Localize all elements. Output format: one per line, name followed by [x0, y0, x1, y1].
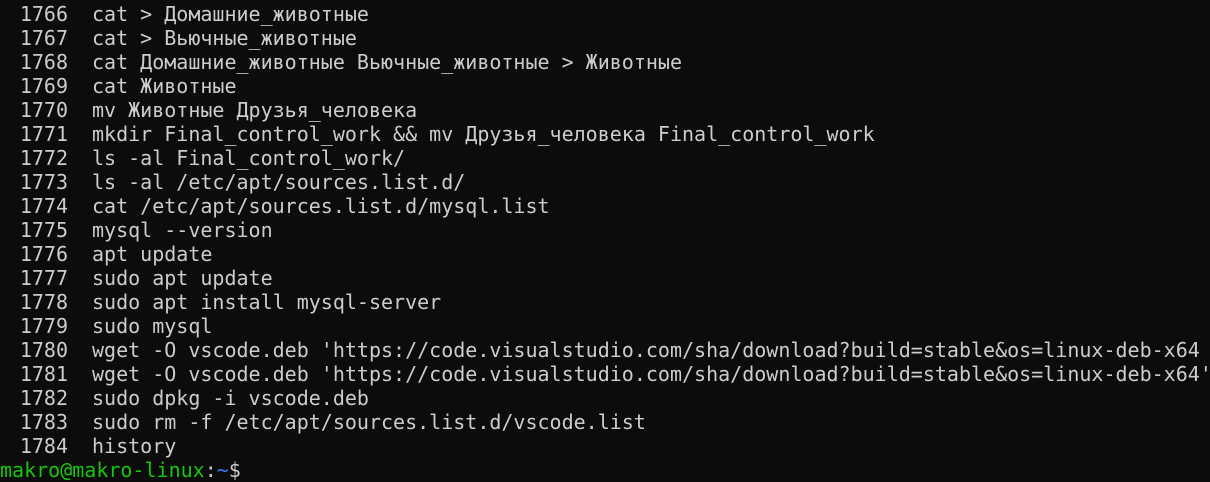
history-number: 1767 [19, 26, 68, 50]
history-number: 1781 [19, 362, 68, 386]
text-cursor [241, 460, 252, 480]
history-command: mysql --version [92, 218, 273, 242]
history-number: 1775 [19, 218, 68, 242]
history-line: 1780 wget -O vscode.deb 'https://code.vis… [0, 338, 1210, 362]
history-number: 1776 [19, 242, 68, 266]
history-line: 1784 history [0, 434, 1210, 458]
history-line: 1770 mv Животные Друзья_человека [0, 98, 1210, 122]
history-number: 1772 [19, 146, 68, 170]
history-command: sudo apt install mysql-server [92, 290, 442, 314]
history-command: wget -O vscode.deb 'https://code.visuals… [92, 338, 1200, 362]
prompt-symbol: $ [228, 458, 241, 482]
history-number: 1771 [19, 122, 68, 146]
history-number: 1780 [19, 338, 68, 362]
history-line: 1779 sudo mysql [0, 314, 1210, 338]
history-number: 1773 [19, 170, 68, 194]
prompt-user-host: makro@makro-linux [0, 458, 205, 482]
prompt-separator: : [204, 458, 217, 482]
history-line: 1783 sudo rm -f /etc/apt/sources.list.d/v… [0, 410, 1210, 434]
history-command: ls -al Final_control_work/ [92, 146, 406, 170]
history-line: 1767 cat > Вьючные_животные [0, 26, 1210, 50]
history-line: 1766 cat > Домашние_животные [0, 2, 1210, 26]
history-command: sudo rm -f /etc/apt/sources.list.d/vscod… [92, 410, 646, 434]
terminal-window[interactable]: 1766 cat > Домашние_животные 1767 cat > Вью… [0, 0, 1210, 482]
history-line: 1771 mkdir Final_control_work && mv Друзь… [0, 122, 1210, 146]
history-number: 1770 [19, 98, 68, 122]
history-command: mkdir Final_control_work && mv Друзья_че… [92, 122, 875, 146]
history-number: 1777 [19, 266, 68, 290]
history-output: 1766 cat > Домашние_животные 1767 cat > Вью… [0, 2, 1210, 458]
history-number: 1784 [19, 434, 68, 458]
history-number: 1783 [19, 410, 68, 434]
history-number: 1768 [19, 50, 68, 74]
history-command: sudo dpkg -i vscode.deb [92, 386, 369, 410]
history-number: 1769 [19, 74, 68, 98]
history-line: 1769 cat Животные [0, 74, 1210, 98]
history-line: 1777 sudo apt update [0, 266, 1210, 290]
shell-prompt[interactable]: makro@makro-linux:~$ [0, 458, 1210, 482]
history-command: sudo apt update [92, 266, 273, 290]
history-command: cat Домашние_животные Вьючные_животные >… [92, 50, 683, 74]
history-line: 1768 cat Домашние_животные Вьючные_животн… [0, 50, 1210, 74]
history-line: 1773 ls -al /etc/apt/sources.list.d/ [0, 170, 1210, 194]
history-command: sudo mysql [92, 314, 213, 338]
history-number: 1766 [19, 2, 68, 26]
history-number: 1774 [19, 194, 68, 218]
history-line: 1772 ls -al Final_control_work/ [0, 146, 1210, 170]
history-command: cat > Вьючные_животные [92, 26, 357, 50]
history-line: 1778 sudo apt install mysql-server [0, 290, 1210, 314]
history-line: 1774 cat /etc/apt/sources.list.d/mysql.li… [0, 194, 1210, 218]
history-command: history [92, 434, 177, 458]
history-command: wget -O vscode.deb 'https://code.visuals… [92, 362, 1210, 386]
history-line: 1781 wget -O vscode.deb 'https://code.vis… [0, 362, 1210, 386]
history-command: mv Животные Друзья_человека [92, 98, 418, 122]
prompt-path: ~ [216, 458, 229, 482]
history-line: 1775 mysql --version [0, 218, 1210, 242]
history-number: 1779 [19, 314, 68, 338]
history-command: cat /etc/apt/sources.list.d/mysql.list [92, 194, 550, 218]
history-line: 1782 sudo dpkg -i vscode.deb [0, 386, 1210, 410]
history-command: cat > Домашние_животные [92, 2, 369, 26]
history-number: 1782 [19, 386, 68, 410]
history-line: 1776 apt update [0, 242, 1210, 266]
history-command: cat Животные [92, 74, 237, 98]
history-command: apt update [92, 242, 213, 266]
history-command: ls -al /etc/apt/sources.list.d/ [92, 170, 466, 194]
history-number: 1778 [19, 290, 68, 314]
